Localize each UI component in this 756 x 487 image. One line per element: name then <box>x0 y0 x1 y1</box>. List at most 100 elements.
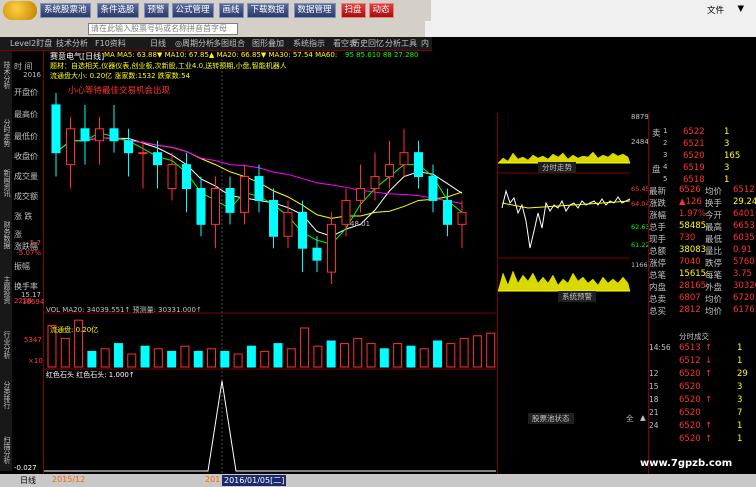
stat-label-a: 涨跌 <box>649 199 667 209</box>
candle-body <box>124 140 133 154</box>
volume-bar <box>353 337 363 368</box>
tick-arrow: ↑ <box>705 395 713 405</box>
vtab-theme[interactable]: 主题投资 <box>0 276 12 304</box>
candle-body <box>414 152 423 178</box>
val-pct: -5.07% <box>16 249 41 257</box>
low-price-label: 48.01 <box>350 220 371 228</box>
vtab-news[interactable]: 新闻资讯 <box>0 169 12 197</box>
volume-bar <box>393 343 403 368</box>
menu-button-4[interactable]: 画线 <box>218 3 244 18</box>
app-logo <box>3 1 37 20</box>
candle-body <box>182 164 191 190</box>
stat-value-b: 6035 <box>733 233 755 243</box>
menu-button-3[interactable]: 公式管理 <box>171 3 214 18</box>
stat-row: 总额 38083 量比 0.91 <box>649 245 756 257</box>
stat-value-a: 2812 <box>679 305 701 315</box>
kline-chart[interactable] <box>44 51 496 474</box>
menu-button-6[interactable]: 数据管理 <box>293 3 336 18</box>
volume-bar <box>486 332 496 368</box>
tick-row: 14:56 6513 ↑ 1 <box>649 343 756 355</box>
stat-row: 总买 2812 均价 6176 <box>649 305 756 317</box>
stat-label-b: 最低 <box>705 235 723 245</box>
tb-tech[interactable]: 技术分析 <box>56 38 88 49</box>
tb-indicator[interactable]: 系统指示 <box>293 38 325 49</box>
stat-value-b: 6512 <box>733 185 755 195</box>
ask-price: 6520 <box>683 151 705 161</box>
menu-dropdown[interactable]: ▼ <box>737 4 744 14</box>
stat-value-b: 6401 <box>733 209 755 219</box>
mini-label-pool[interactable]: 股票池状态 <box>528 413 574 424</box>
volume-bar <box>472 335 482 368</box>
tb-tools[interactable]: 分析工具 <box>385 38 417 49</box>
ask-level: 2 <box>663 139 668 147</box>
tb-f10[interactable]: F10资料 <box>95 38 126 49</box>
stat-row: 总手 58485 最高 6653 <box>649 221 756 233</box>
ma-legend-right: 95 85.610 88 27.280 <box>345 51 419 59</box>
stat-row: 涨跌 ▲126换手 29.24% <box>649 197 756 209</box>
ask-vol: 1 <box>724 127 730 137</box>
volume-bar <box>433 340 443 368</box>
menu-button-8[interactable]: 动态 <box>368 3 394 18</box>
search-input[interactable]: 请在此输入股票号码或名称拼音首字母 <box>88 23 238 35</box>
mini-label-alert[interactable]: 系统预警 <box>558 291 596 302</box>
volume-bar <box>459 337 469 368</box>
candle-body <box>385 164 394 178</box>
ask-price: 6522 <box>683 127 705 137</box>
tb-daily[interactable]: 日线 <box>150 38 166 49</box>
lbl-amount: 成交额 <box>14 192 38 201</box>
tb-more[interactable]: 内 <box>421 38 429 49</box>
tick-time: 14:56 <box>649 343 671 352</box>
mini-label-up[interactable]: ▲ <box>640 413 646 422</box>
stat-value-a: ▲126 <box>679 197 702 207</box>
stat-label-b: 均价 <box>705 295 723 305</box>
tb-period[interactable]: ◎周期分析 <box>175 38 214 49</box>
mini-label-intraday[interactable]: 分时走势 <box>538 162 576 173</box>
tb-multi[interactable]: 多图组合 <box>213 38 245 49</box>
menu-button-2[interactable]: 预警 <box>143 3 169 18</box>
stat-row: 总笔 15615 每笔 3.75 <box>649 269 756 281</box>
tick-vol: 7 <box>737 408 743 418</box>
ask-level: 4 <box>663 163 668 171</box>
vtab-intraday[interactable]: 分时走势 <box>0 119 12 147</box>
tick-vol: 1 <box>737 434 743 444</box>
menu-button-0[interactable]: 系统股票池 <box>40 3 91 18</box>
volume-bar <box>379 348 389 368</box>
ask-vol: 3 <box>724 163 730 173</box>
menu-file[interactable]: 文件 <box>707 4 724 16</box>
menu-button-1[interactable]: 条件选股 <box>96 3 139 18</box>
vtab-tech[interactable]: 技术分析 <box>0 61 12 89</box>
stat-row: 总卖 6807 均价 6720 <box>649 293 756 305</box>
mini-label-all[interactable]: 全 <box>626 413 634 424</box>
candle-body <box>341 199 351 225</box>
candle-body <box>428 176 438 201</box>
volume-bar <box>220 350 230 368</box>
candle-body <box>95 128 104 142</box>
stat-value-a: 58485 <box>679 221 707 231</box>
stat-value-b: 3.75 <box>733 269 752 279</box>
candle-body <box>283 211 293 237</box>
ask-label: 卖 <box>652 129 661 139</box>
period-label[interactable]: 日线 <box>20 475 36 486</box>
menu-button-5[interactable]: 下载数据 <box>246 3 289 18</box>
tick-row: 24 6520 ↑ 1 <box>649 421 756 433</box>
volume-bar <box>87 350 97 368</box>
tb-level2[interactable]: Level2盯盘 <box>10 38 52 49</box>
ask-vol: 165 <box>724 151 741 161</box>
ask-row: 2 6521 3 <box>649 139 756 151</box>
candle-body <box>399 152 409 166</box>
signal-text: 小心等待最佳交易机会出现 <box>68 86 171 96</box>
vtab-finance[interactable]: 财务数据 <box>0 221 12 249</box>
tb-overlay[interactable]: 图形叠加 <box>252 38 284 49</box>
vtab-scan[interactable]: 扫描分析 <box>0 436 12 464</box>
quote-info-panel: 时 间 2016 开盘价 最高价 最低价 收盘价 成交量 成交额 涨 跌 涨 涨… <box>12 51 44 476</box>
vtab-industry[interactable]: 行业分析 <box>0 331 12 359</box>
vtab-ranking[interactable]: 分类排行 <box>0 381 12 409</box>
tick-row: 12 6520 ↑ 29 <box>649 369 756 381</box>
stat-row: 涨幅 1.97% 今开 6401 <box>649 209 756 221</box>
menu-button-7[interactable]: 扫盘 <box>340 3 366 18</box>
tb-history[interactable]: 历史回忆 <box>352 38 384 49</box>
volume-bar <box>260 350 270 368</box>
stat-value-b: 6176 <box>733 305 755 315</box>
tick-vol: 1 <box>737 421 743 431</box>
status-bar: 日线 2015/12 201 2016/01/05[二] www.7gpzb.c… <box>0 458 756 487</box>
